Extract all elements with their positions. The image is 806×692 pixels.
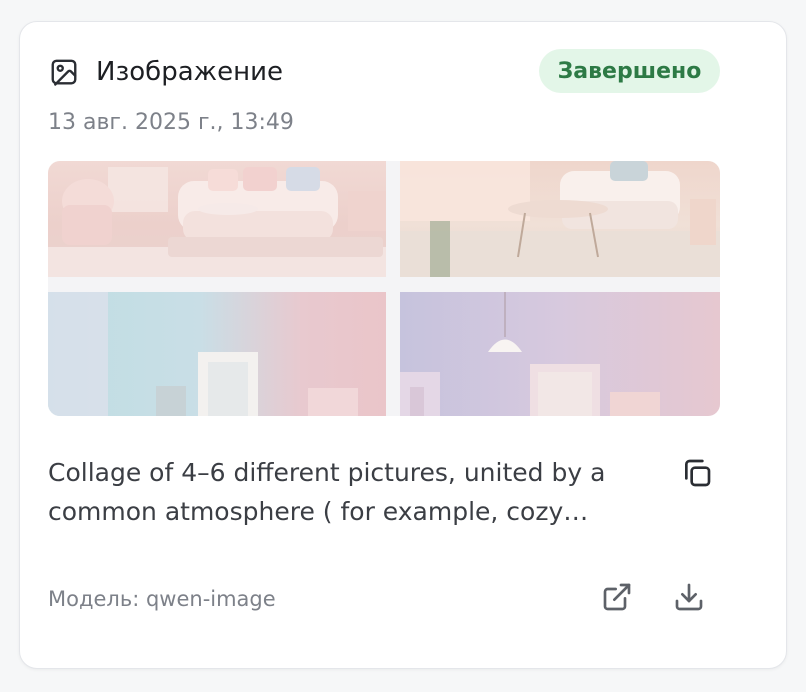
download-icon[interactable] — [671, 579, 707, 615]
card-type-label: Изображение — [96, 57, 283, 87]
copy-icon[interactable] — [680, 456, 714, 490]
collage-tile-pastel-wall — [48, 292, 386, 416]
external-link-icon[interactable] — [599, 579, 635, 615]
timestamp: 13 авг. 2025 г., 13:49 — [48, 110, 294, 135]
status-badge: Завершено — [539, 49, 720, 93]
model-label: Модель: qwen-image — [48, 587, 276, 611]
prompt-text: Collage of 4–6 different pictures, unite… — [48, 458, 606, 526]
image-icon — [49, 57, 79, 87]
collage-tile-lamp-room — [400, 292, 720, 416]
generated-image[interactable] — [48, 161, 720, 416]
collage-tile-living-room — [48, 161, 386, 277]
collage-tile-sofa-table — [400, 161, 720, 277]
